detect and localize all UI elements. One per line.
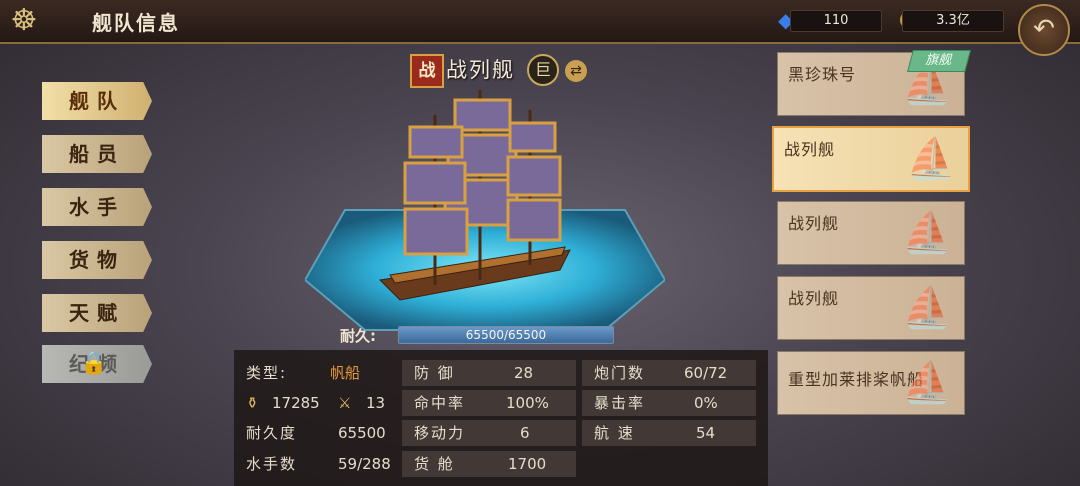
stat-crit-value: 0% — [694, 394, 718, 412]
fleet-card[interactable]: 重型加莱排桨帆船 ⛵ — [777, 351, 965, 415]
lock-icon: 🔒 — [80, 351, 116, 376]
swap-icon[interactable]: ⇄ — [565, 60, 587, 82]
stat-type-label: 类型: — [246, 364, 288, 382]
back-button[interactable]: ↶ — [1018, 4, 1070, 56]
stat-type-value: 帆船 — [330, 364, 361, 382]
swords-icon: ⚔ — [338, 394, 352, 412]
stat-cargo: 货 舱 1700 — [402, 451, 576, 477]
stat-mobility-value: 6 — [520, 424, 530, 442]
stat-gunports: 炮门数 60/72 — [582, 360, 756, 386]
ship-icon: ⛵ — [902, 360, 952, 406]
ship-icon: ⛵ — [902, 285, 952, 331]
stat-speed-label: 航 速 — [594, 424, 635, 442]
flagship-badge: 旗舰 — [907, 50, 971, 72]
menu-item-cargo[interactable]: 货物 — [42, 241, 152, 279]
menu-item-talent[interactable]: 天赋 — [42, 294, 152, 332]
stat-defense-value: 28 — [514, 364, 534, 382]
stat-crit: 暴击率 0% — [582, 390, 756, 416]
ship-name: 战列舰 — [446, 58, 515, 82]
stat-gunports-value: 60/72 — [684, 364, 728, 382]
fleet-card-selected[interactable]: 战列舰 ⛵ — [772, 126, 970, 192]
back-arrow-icon: ↶ — [1033, 14, 1055, 44]
stat-defense: 防 御 28 — [402, 360, 576, 386]
cannon-value: 17285 — [272, 394, 320, 412]
stat-speed: 航 速 54 — [582, 420, 756, 446]
stats-panel: 类型: 帆船 ⚱ 17285 ⚔ 13 耐久度 65500 水手数 59/288… — [234, 350, 768, 486]
fleet-card-name: 战列舰 — [788, 289, 840, 308]
stat-mobility-label: 移动力 — [414, 424, 466, 442]
stat-accuracy-value: 100% — [506, 394, 549, 412]
stat-durability-value: 65500 — [338, 424, 386, 442]
stat-durability: 耐久度 65500 — [234, 420, 398, 446]
top-bar: ☸ 舰队信息 ◆ 110 3.3亿 — [0, 0, 1080, 44]
ship-icon: ⛵ — [902, 210, 952, 256]
ship-size-badge: 巨 — [527, 54, 559, 86]
swords-value: 13 — [366, 394, 386, 412]
ship-illustration[interactable] — [360, 85, 600, 310]
stat-cargo-label: 货 舱 — [414, 455, 455, 473]
fleet-card-name: 战列舰 — [788, 214, 840, 233]
fleet-card[interactable]: 战列舰 ⛵ — [777, 201, 965, 265]
stat-icons: ⚱ 17285 ⚔ 13 — [234, 390, 398, 416]
ship-class-badge: 战 — [410, 54, 444, 88]
fleet-card[interactable]: 战列舰 ⛵ — [777, 276, 965, 340]
fleet-card-name: 战列舰 — [784, 140, 836, 159]
stat-speed-value: 54 — [696, 424, 716, 442]
stat-type: 类型: 帆船 — [234, 360, 398, 386]
fleet-card-flagship[interactable]: 黑珍珠号 ⛵ 旗舰 — [777, 50, 971, 116]
stat-accuracy: 命中率 100% — [402, 390, 576, 416]
stat-crit-label: 暴击率 — [594, 394, 646, 412]
gem-counter: 110 — [790, 10, 882, 32]
stat-cargo-value: 1700 — [508, 455, 547, 473]
cannon-icon: ⚱ — [246, 394, 259, 412]
durability-label: 耐久: — [340, 327, 376, 345]
stat-sailors-value: 59/288 — [338, 455, 391, 473]
gold-counter: 3.3亿 — [902, 10, 1004, 32]
stat-accuracy-label: 命中率 — [414, 394, 466, 412]
fleet-card-name: 黑珍珠号 — [788, 65, 857, 84]
stat-mobility: 移动力 6 — [402, 420, 576, 446]
ship-icon: ⛵ — [906, 136, 956, 182]
durability-bar: 65500/65500 — [398, 326, 614, 344]
durability-text: 65500/65500 — [465, 328, 547, 342]
menu-item-locked[interactable]: 纪频 🔒 — [42, 345, 152, 383]
menu-item-fleet[interactable]: 舰队 — [42, 82, 152, 120]
stat-defense-label: 防 御 — [414, 364, 455, 382]
stat-sailors: 水手数 59/288 — [234, 451, 398, 477]
stat-gunports-label: 炮门数 — [594, 364, 646, 382]
menu-item-sailors[interactable]: 水手 — [42, 188, 152, 226]
page-title: 舰队信息 — [92, 11, 180, 35]
stat-sailors-label: 水手数 — [246, 455, 298, 473]
menu-item-officers[interactable]: 船员 — [42, 135, 152, 173]
stat-durability-label: 耐久度 — [246, 424, 298, 442]
helm-icon: ☸ — [10, 3, 38, 38]
